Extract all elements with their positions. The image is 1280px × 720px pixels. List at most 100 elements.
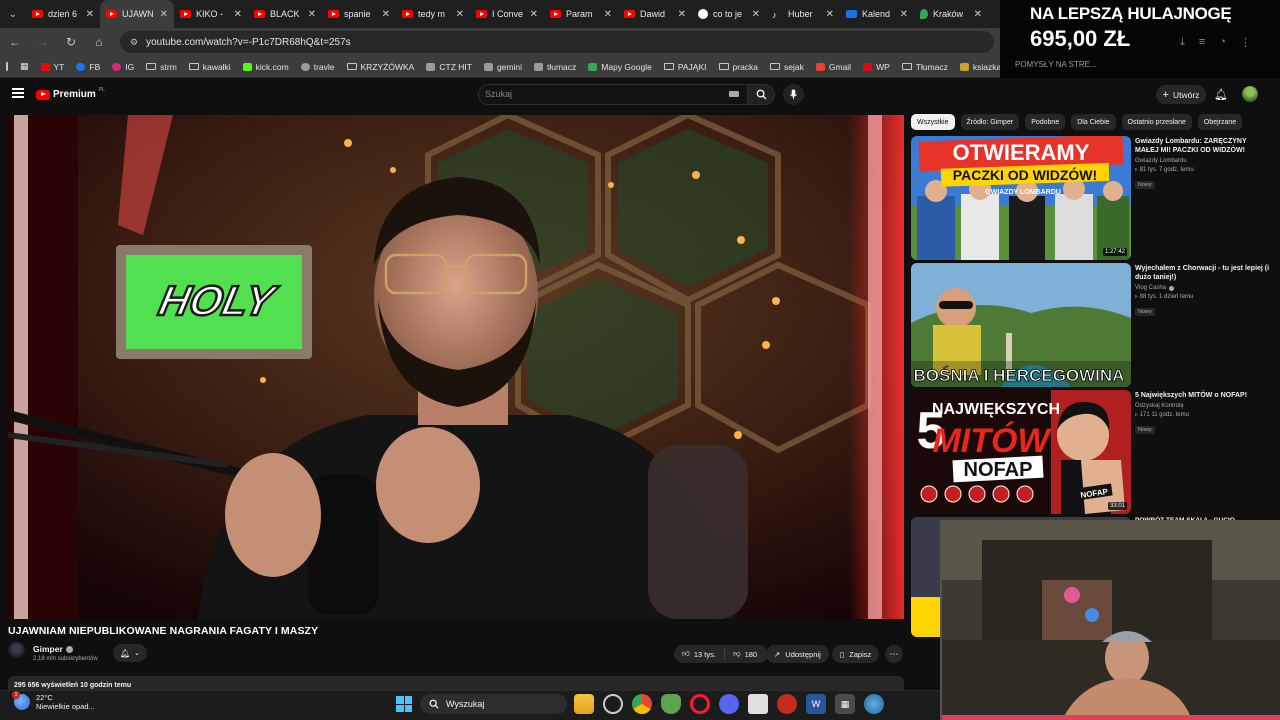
recommendation-thumbnail[interactable]: BOŚNIA I HERCEGOWINA bbox=[911, 263, 1131, 387]
site-info-icon[interactable]: ⚙ bbox=[130, 37, 138, 48]
globe-app-icon[interactable] bbox=[864, 694, 884, 714]
bookmark-item[interactable]: Gmail bbox=[815, 62, 851, 72]
recommendation-meta[interactable]: Gwiazdy Lombardu: ZARĘCZYNY MAŁEJ MI! PA… bbox=[1135, 137, 1271, 191]
profile-icon[interactable]: ◔ bbox=[1219, 36, 1226, 49]
bookmark-item[interactable]: strm bbox=[146, 62, 177, 72]
close-tab-icon[interactable]: ✕ bbox=[234, 9, 242, 20]
app-icon[interactable] bbox=[603, 694, 623, 714]
filter-chip[interactable]: Wszystkie bbox=[911, 114, 955, 130]
download-icon[interactable]: ⤓ bbox=[1180, 36, 1185, 49]
close-tab-icon[interactable]: ✕ bbox=[86, 9, 94, 20]
voice-search-button[interactable] bbox=[783, 84, 804, 105]
browser-tab[interactable]: BLACK ✕ bbox=[248, 0, 322, 28]
close-tab-icon[interactable]: ✕ bbox=[382, 9, 390, 20]
bookmark-item[interactable]: sejak bbox=[770, 62, 804, 72]
browser-tab[interactable]: tedy m ✕ bbox=[396, 0, 470, 28]
bookmark-item[interactable]: Tłumacz bbox=[901, 62, 948, 72]
filter-chip[interactable]: Dla Ciebie bbox=[1071, 114, 1116, 130]
reading-list-icon[interactable]: ≡ bbox=[1199, 36, 1205, 49]
home-icon[interactable]: ⌂ bbox=[92, 35, 106, 49]
windows-start-icon[interactable] bbox=[396, 696, 412, 712]
forward-icon[interactable]: → bbox=[36, 35, 50, 49]
back-icon[interactable]: ← bbox=[8, 35, 22, 49]
notifications-bell-icon[interactable]: 🔔︎ bbox=[1214, 88, 1228, 101]
close-tab-icon[interactable]: ✕ bbox=[530, 9, 538, 20]
bookmark-item[interactable]: WP bbox=[863, 62, 890, 72]
calculator-icon[interactable]: ▦ bbox=[835, 694, 855, 714]
browser-tab[interactable]: Dawid ✕ bbox=[618, 0, 692, 28]
bookmark-item[interactable]: travle bbox=[300, 62, 335, 72]
video-player[interactable]: HOLY bbox=[8, 115, 904, 619]
bookmark-item[interactable]: pracka bbox=[718, 62, 758, 72]
bookmark-item[interactable]: PAJĄKI bbox=[663, 62, 707, 72]
browser-tab[interactable]: dzień 6 ✕ bbox=[26, 0, 100, 28]
bookmark-item[interactable]: IG bbox=[112, 62, 134, 72]
create-button[interactable]: + Utwórz bbox=[1156, 85, 1206, 104]
close-tab-icon[interactable]: ✕ bbox=[900, 9, 908, 20]
file-explorer-icon[interactable] bbox=[574, 694, 594, 714]
bookmark-item[interactable]: Mapy Google bbox=[588, 62, 652, 72]
discord-icon[interactable] bbox=[719, 694, 739, 714]
browser-tab[interactable]: ♪ Huber ✕ bbox=[766, 0, 840, 28]
bookmark-item[interactable]: kawałki bbox=[188, 62, 231, 72]
taskbar-search[interactable]: Wyszukaj bbox=[420, 694, 567, 714]
word-icon[interactable]: W bbox=[806, 694, 826, 714]
bookmark-item[interactable]: gemini bbox=[483, 62, 522, 72]
hamburger-menu-icon[interactable] bbox=[12, 88, 24, 98]
apps-icon[interactable]: ▦ bbox=[20, 61, 29, 72]
channel-avatar[interactable] bbox=[8, 642, 25, 659]
close-tab-icon[interactable]: ✕ bbox=[604, 9, 612, 20]
tab-search-icon[interactable]: ⌄ bbox=[0, 0, 26, 28]
recommendation-thumbnail[interactable]: 5 NAJWIĘKSZYCH MITÓW NOFAP NOFAP 33:01 bbox=[911, 390, 1131, 514]
brave-icon[interactable] bbox=[661, 694, 681, 714]
browser-tab[interactable]: Param ✕ bbox=[544, 0, 618, 28]
keyboard-icon[interactable] bbox=[729, 91, 739, 97]
subscription-bell-button[interactable]: 🔔︎ ⌄ bbox=[113, 644, 147, 662]
channel-name[interactable]: Gimper bbox=[33, 644, 73, 654]
browser-tab[interactable]: UJAWN ✕ bbox=[100, 0, 174, 28]
youtube-logo[interactable]: Premium PL bbox=[36, 87, 105, 100]
dislike-button[interactable]: 👎︎ 180 bbox=[725, 649, 765, 659]
bookmark-item[interactable]: CTZ HIT bbox=[426, 62, 472, 72]
close-tab-icon[interactable]: ✕ bbox=[752, 9, 760, 20]
recorder-icon[interactable] bbox=[777, 694, 797, 714]
recommendation-meta[interactable]: 5 Największych MITÓW o NOFAP! Odzyskaj K… bbox=[1135, 391, 1271, 436]
browser-tab[interactable]: Kalend ✕ bbox=[840, 0, 914, 28]
recommendation-thumbnail[interactable]: OTWIERAMY PACZKI OD WIDZÓW! GWIAZDY LOMB… bbox=[911, 136, 1131, 260]
active-app-icon[interactable] bbox=[748, 694, 768, 714]
filter-chip[interactable]: Podobne bbox=[1025, 114, 1066, 130]
search-button[interactable] bbox=[747, 84, 775, 105]
bookmark-item[interactable]: YT bbox=[40, 62, 64, 72]
browser-tab[interactable]: spanie ✕ bbox=[322, 0, 396, 28]
weather-widget[interactable]: 1 22°C Niewielkie opad... bbox=[12, 691, 95, 711]
close-tab-icon[interactable]: ✕ bbox=[826, 9, 834, 20]
browser-tab[interactable]: KIKO - ✕ bbox=[174, 0, 248, 28]
reload-icon[interactable]: ↻ bbox=[64, 35, 78, 49]
chrome-icon[interactable] bbox=[632, 694, 652, 714]
bookmark-item[interactable]: FB bbox=[76, 62, 100, 72]
bookmark-item[interactable]: kick.com bbox=[242, 62, 289, 72]
close-tab-icon[interactable]: ✕ bbox=[974, 9, 982, 20]
like-button[interactable]: 👍︎ 13 tys. bbox=[674, 649, 724, 659]
url-field[interactable]: ⚙ youtube.com/watch?v=-P1c7DR68hQ&t=257s bbox=[120, 31, 994, 53]
close-tab-icon[interactable]: ✕ bbox=[160, 9, 168, 20]
recommendation-meta[interactable]: Wyjechałem z Chorwacji - tu jest lepiej … bbox=[1135, 264, 1271, 318]
browser-menu-icon[interactable]: ⋮ bbox=[1240, 36, 1251, 49]
more-actions-icon[interactable]: ⋯ bbox=[885, 645, 903, 663]
bookmark-item[interactable]: KRZYŻÓWKA bbox=[346, 62, 414, 72]
account-avatar[interactable] bbox=[1242, 86, 1258, 102]
tab-groups-icon[interactable] bbox=[6, 62, 8, 71]
browser-tab[interactable]: Kraków ✕ bbox=[914, 0, 988, 28]
bookmark-item[interactable]: tłumacz bbox=[533, 62, 576, 72]
browser-tab[interactable]: I Conve ✕ bbox=[470, 0, 544, 28]
bookmark-item[interactable]: ksiazka bbox=[959, 62, 1000, 72]
search-input[interactable]: Szukaj bbox=[478, 84, 748, 105]
close-tab-icon[interactable]: ✕ bbox=[308, 9, 316, 20]
save-button[interactable]: ▯ Zapisz bbox=[832, 645, 880, 663]
filter-chip[interactable]: Źródło: Gimper bbox=[960, 114, 1020, 130]
browser-tab[interactable]: co to je ✕ bbox=[692, 0, 766, 28]
share-button[interactable]: ↗ Udostępnij bbox=[766, 645, 829, 663]
opera-icon[interactable] bbox=[690, 694, 710, 714]
filter-chip[interactable]: Obejrzane bbox=[1197, 114, 1243, 130]
close-tab-icon[interactable]: ✕ bbox=[678, 9, 686, 20]
